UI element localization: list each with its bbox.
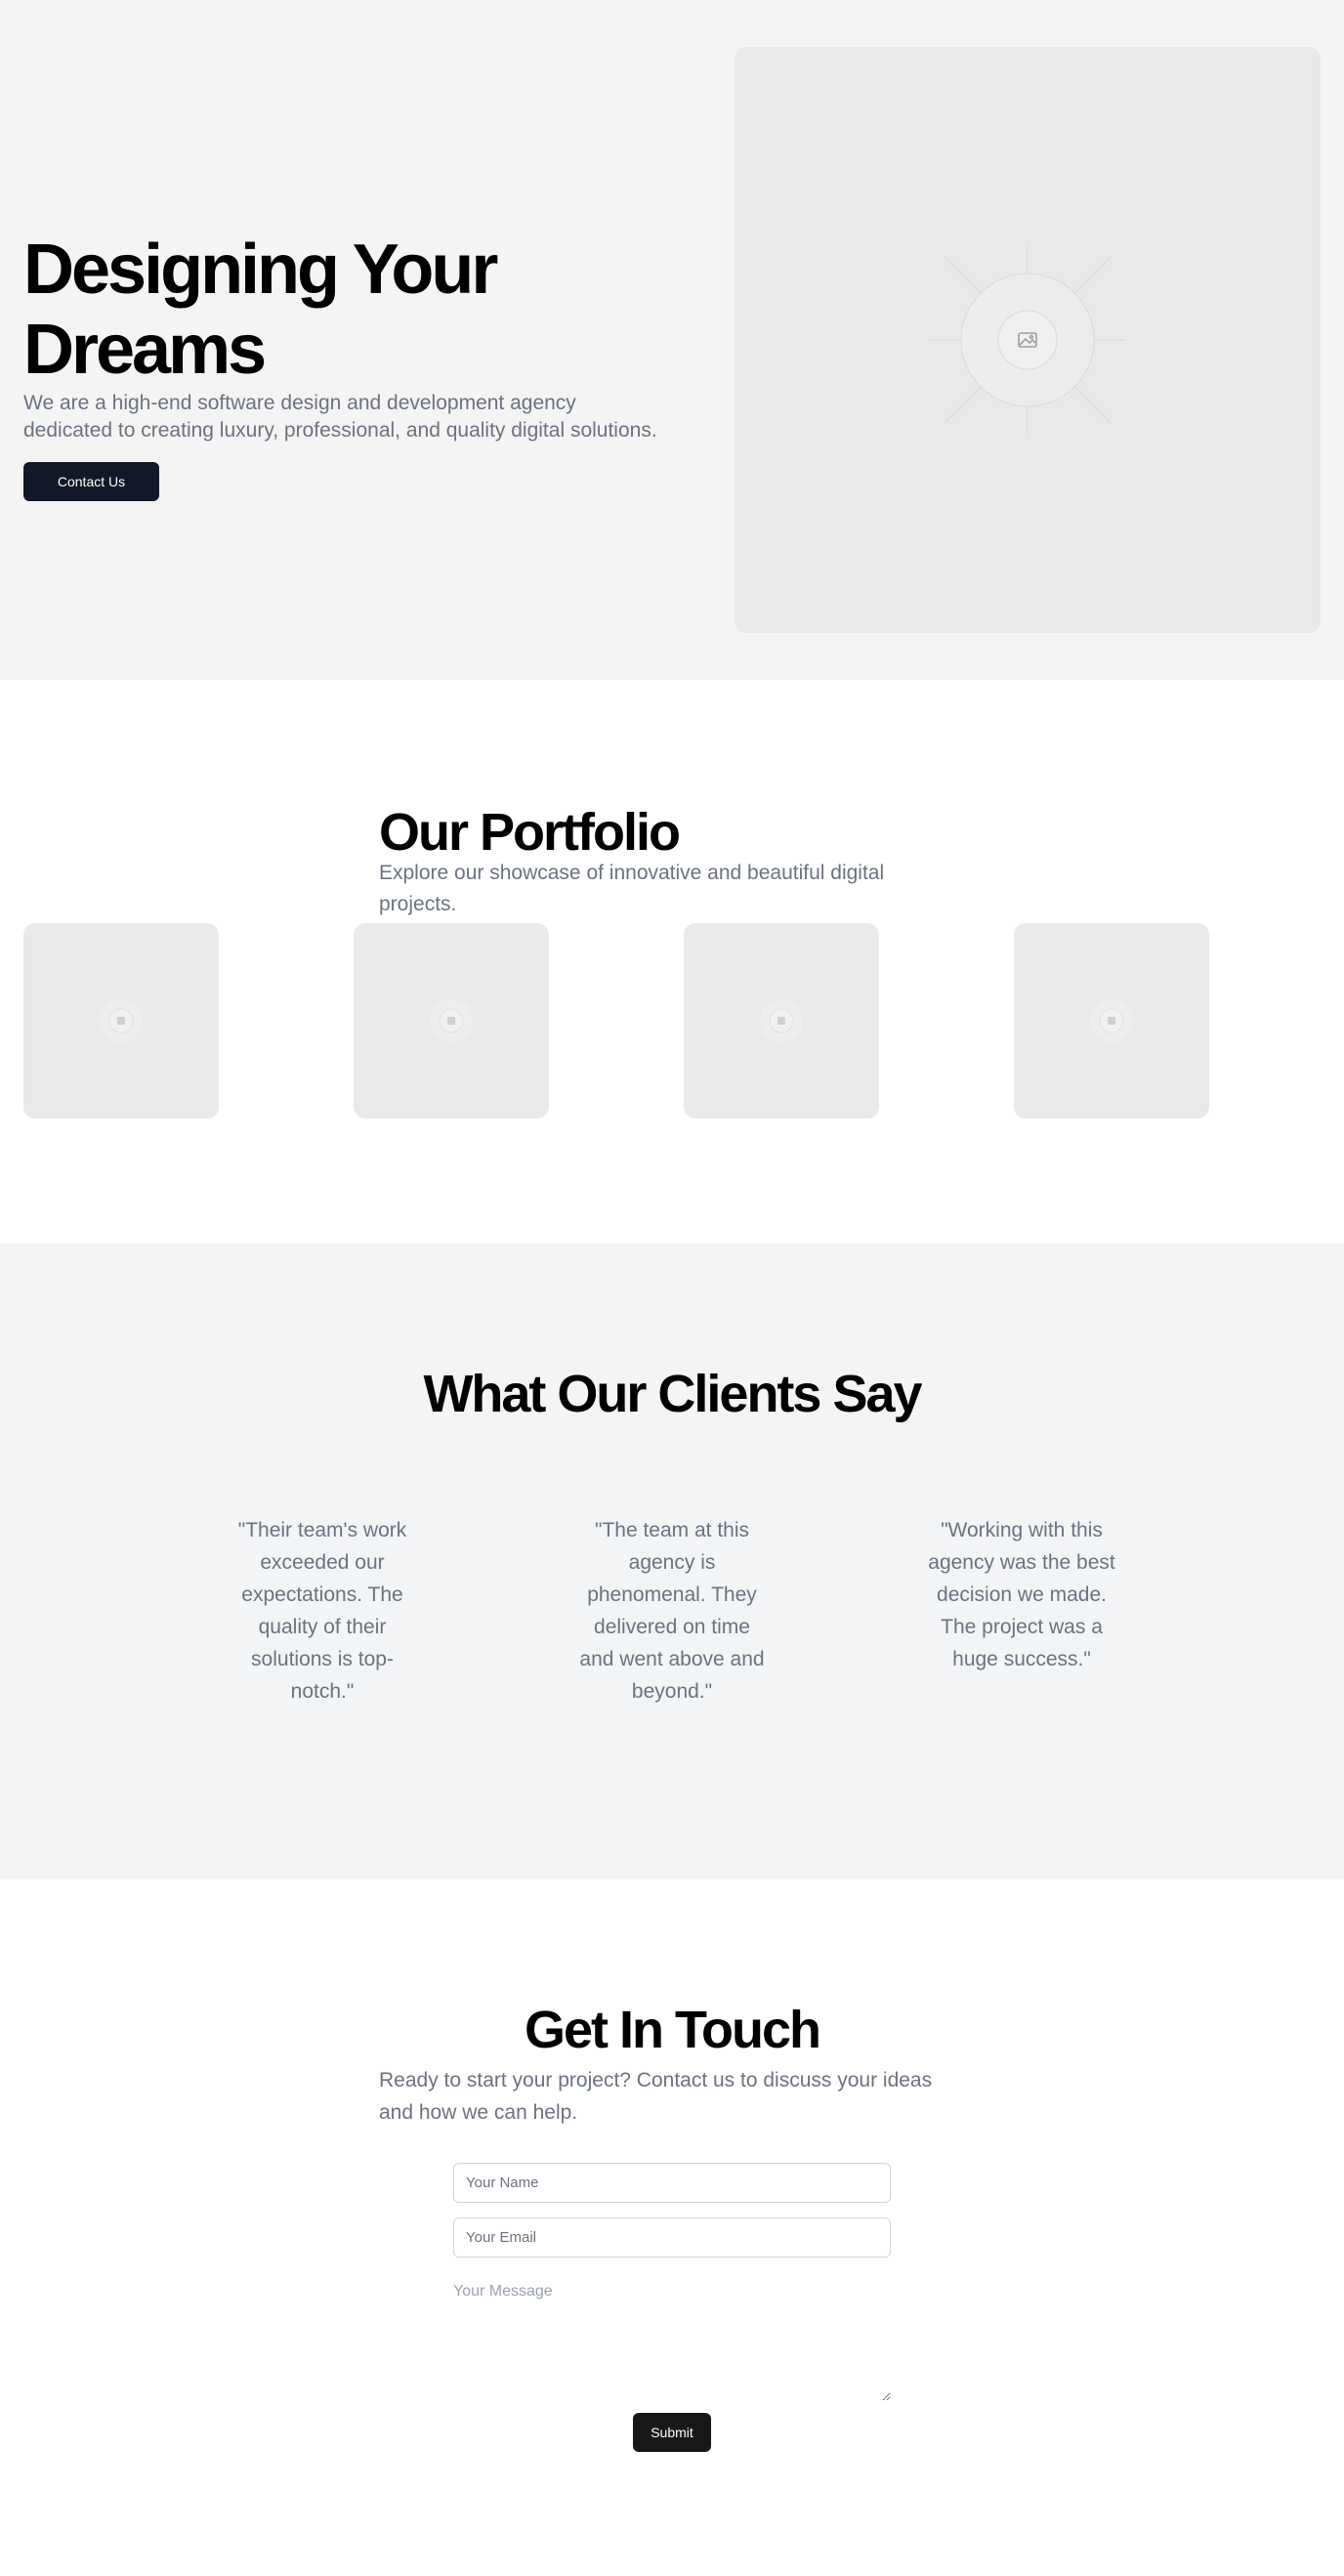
contact-section: Get In Touch Ready to start your project… [0, 1879, 1344, 2576]
message-field[interactable] [453, 2277, 891, 2401]
image-placeholder-icon [1090, 999, 1133, 1042]
contact-subtitle: Ready to start your project? Contact us … [379, 2069, 933, 2124]
portfolio-section: Our Portfolio Explore our showcase of in… [0, 680, 1344, 1244]
image-placeholder-icon [100, 999, 143, 1042]
testimonial-quote: "Working with this agency was the best d… [928, 1519, 1115, 1670]
contact-title: Get In Touch [525, 2001, 821, 2059]
testimonials-title: What Our Clients Say [423, 1365, 922, 1423]
hero-title: Designing Your Dreams [23, 231, 498, 389]
image-placeholder-icon [430, 999, 473, 1042]
contact-us-button[interactable]: Contact Us [23, 462, 159, 501]
email-field[interactable] [453, 2217, 891, 2258]
portfolio-title: Our Portfolio [379, 803, 681, 862]
hero-text-block: Designing Your Dreams We are a high-end … [23, 230, 668, 501]
testimonial-quote: "The team at this agency is phenomenal. … [579, 1519, 765, 1703]
hero-subtitle: We are a high-end software design and de… [23, 392, 657, 442]
name-field[interactable] [453, 2163, 891, 2203]
submit-button[interactable]: Submit [633, 2413, 711, 2452]
portfolio-subtitle: Explore our showcase of innovative and b… [379, 862, 885, 915]
portfolio-item[interactable] [1014, 923, 1209, 1119]
image-placeholder-icon [760, 999, 803, 1042]
testimonials-section: What Our Clients Say "Their team's work … [0, 1244, 1344, 1879]
hero-section: Designing Your Dreams We are a high-end … [0, 0, 1344, 680]
image-placeholder-icon [930, 242, 1125, 438]
portfolio-item[interactable] [684, 923, 879, 1119]
portfolio-item[interactable] [23, 923, 219, 1119]
portfolio-item[interactable] [354, 923, 549, 1119]
testimonial-quote: "Their team's work exceeded our expectat… [237, 1519, 407, 1703]
hero-image-placeholder [735, 47, 1321, 633]
